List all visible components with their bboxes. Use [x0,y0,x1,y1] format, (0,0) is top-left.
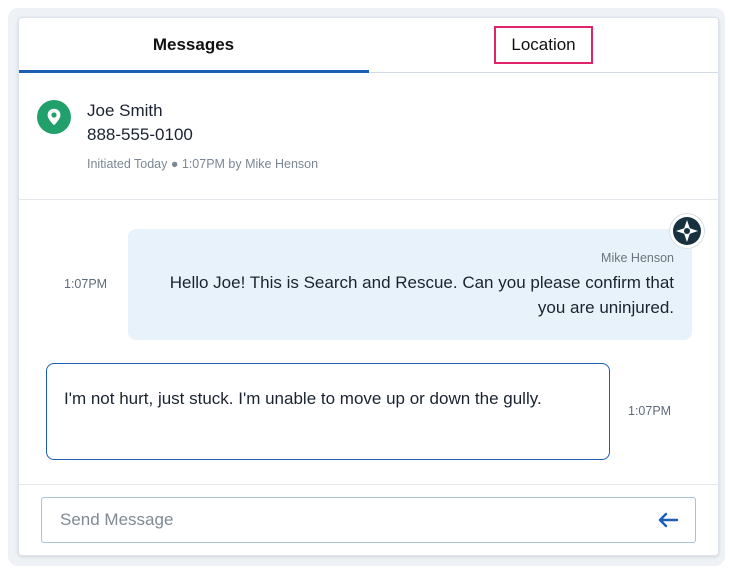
contact-name: Joe Smith [87,101,163,120]
tab-location-label: Location [494,26,593,64]
tab-location[interactable]: Location [369,18,718,72]
tab-bar: Messages Location [19,18,718,73]
contact-header: Joe Smith 888-555-0100 Initiated Today ●… [19,73,718,200]
cross-logo-icon [673,217,701,245]
contact-phone: 888-555-0100 [87,125,193,144]
tab-messages[interactable]: Messages [19,18,369,73]
send-message-box [41,497,696,543]
agent-avatar [670,214,704,248]
conversation-panel: Messages Location Joe Smith 888-555-0100… [18,17,719,556]
incoming-message-bubble: I'm not hurt, just stuck. I'm unable to … [46,363,610,460]
message-composer [19,484,718,555]
message-timestamp: 1:07PM [64,277,108,291]
message-timestamp: 1:07PM [628,404,672,418]
map-pin-icon [47,108,61,126]
message-text: I'm not hurt, just stuck. I'm unable to … [64,389,542,408]
send-button[interactable] [655,508,681,532]
conversation-initiated-info: Initiated Today ● 1:07PM by Mike Henson [87,157,319,171]
tab-messages-label: Messages [152,35,235,54]
message-sender: Mike Henson [601,251,674,265]
outgoing-message-bubble: Mike Henson Hello Joe! This is Search an… [128,229,692,340]
send-message-input[interactable] [60,498,640,542]
arrow-left-icon [658,512,679,528]
message-text: Hello Joe! This is Search and Rescue. Ca… [169,273,674,317]
contact-badge [37,100,71,134]
